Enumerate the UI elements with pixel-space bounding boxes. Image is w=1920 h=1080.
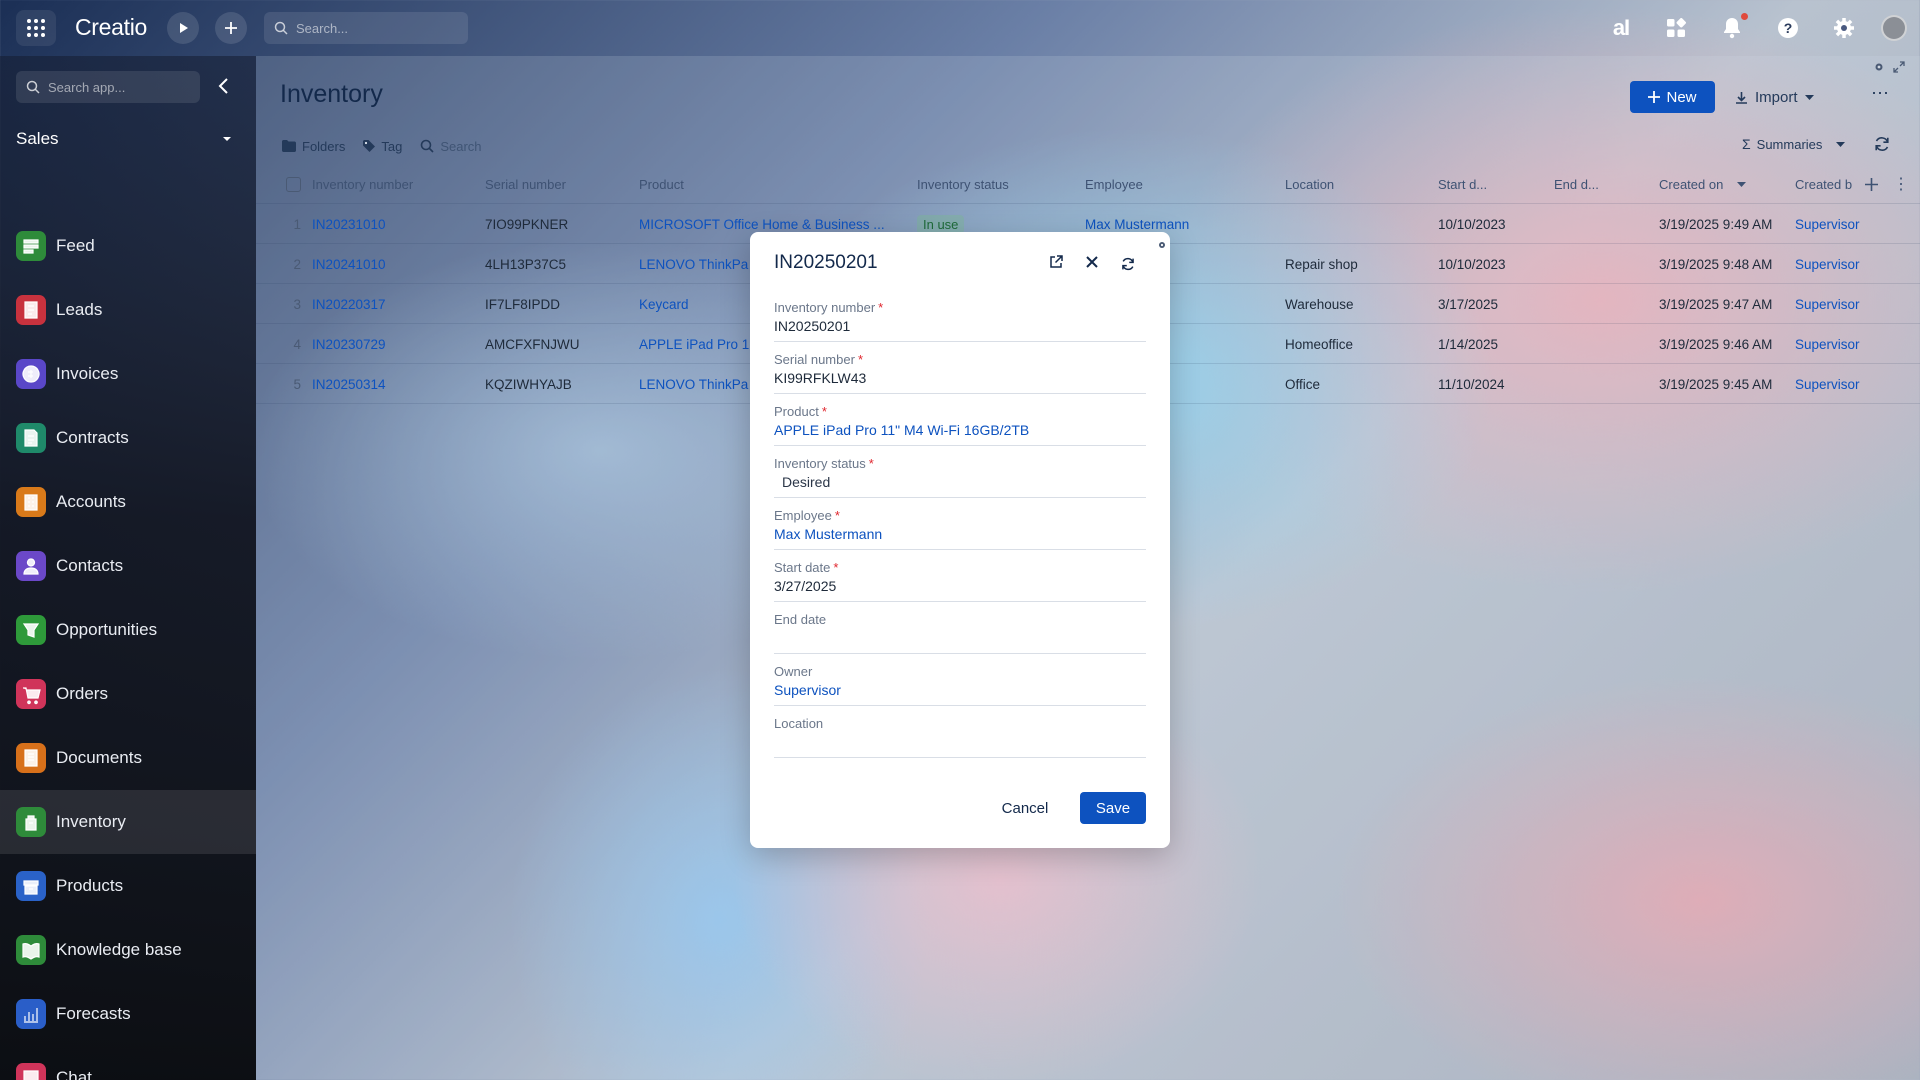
field-label-text: End date (774, 612, 827, 627)
open-in-new-button[interactable] (1046, 252, 1066, 272)
cancel-button[interactable]: Cancel (992, 792, 1058, 824)
field-location[interactable]: Location (774, 706, 1146, 758)
field-label: Owner (774, 664, 812, 679)
field-value[interactable]: IN20250201 (774, 318, 850, 334)
dialog-settings-icon[interactable] (1157, 240, 1167, 250)
field-inventory-status[interactable]: Inventory status * Desired (774, 446, 1146, 498)
field-end-date[interactable]: End date (774, 602, 1146, 654)
required-marker: * (857, 352, 863, 367)
modal-overlay: IN20250201 Inventory number * IN20250201 Se… (0, 0, 1920, 1080)
required-marker: * (878, 300, 884, 315)
field-owner[interactable]: Owner Supervisor (774, 654, 1146, 706)
dialog-title: IN20250201 (774, 252, 878, 273)
required-marker: * (821, 404, 827, 419)
required-marker: * (834, 508, 840, 523)
field-label-text: Employee (774, 508, 832, 523)
field-label: Inventory number * (774, 300, 883, 315)
field-product[interactable]: Product * APPLE iPad Pro 11" M4 Wi-Fi 16GB… (774, 394, 1146, 446)
close-button[interactable] (1082, 252, 1102, 272)
field-label: Start date * (774, 560, 838, 575)
field-label: Employee * (774, 508, 840, 523)
field-serial-number[interactable]: Serial number * KI99RFKLW43 (774, 342, 1146, 394)
field-label: Location (774, 716, 823, 731)
field-value[interactable]: APPLE iPad Pro 11" M4 Wi-Fi 16GB/2TB (774, 422, 1029, 438)
required-marker: * (833, 560, 839, 575)
field-value[interactable]: 3/27/2025 (774, 578, 836, 594)
save-button[interactable]: Save (1080, 792, 1146, 824)
open-external-icon (1050, 255, 1063, 268)
field-label-text: Serial number (774, 352, 855, 367)
field-label: Serial number * (774, 352, 863, 367)
inventory-edit-dialog: IN20250201 Inventory number * IN20250201 Se… (750, 232, 1170, 848)
refresh-dialog-button[interactable] (1118, 254, 1138, 274)
field-label-text: Owner (774, 664, 813, 679)
field-label-text: Location (774, 716, 824, 731)
field-label-text: Inventory number (774, 300, 876, 315)
field-inventory-number[interactable]: Inventory number * IN20250201 (774, 290, 1146, 342)
field-employee[interactable]: Employee * Max Mustermann (774, 498, 1146, 550)
field-value[interactable]: Max Mustermann (774, 526, 882, 542)
field-value[interactable]: KI99RFKLW43 (774, 370, 866, 386)
field-label: End date (774, 612, 826, 627)
field-label: Inventory status * (774, 456, 874, 471)
required-marker: * (868, 456, 874, 471)
field-value[interactable]: Supervisor (774, 682, 841, 698)
field-value[interactable]: Desired (782, 474, 830, 490)
close-icon (1086, 256, 1098, 268)
field-label-text: Start date (774, 560, 831, 575)
field-label: Product * (774, 404, 827, 419)
field-start-date[interactable]: Start date * 3/27/2025 (774, 550, 1146, 602)
field-label-text: Product (774, 404, 819, 419)
field-label-text: Inventory status (774, 456, 866, 471)
refresh-icon (1122, 257, 1134, 271)
